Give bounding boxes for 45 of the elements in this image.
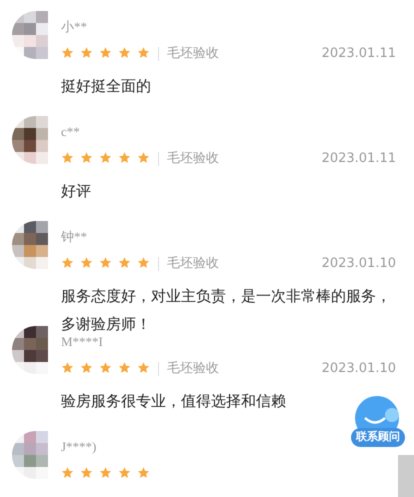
review-date: 2023.01.10 bbox=[322, 255, 396, 274]
review-date: 2023.01.10 bbox=[322, 360, 396, 378]
star-icon bbox=[61, 256, 74, 268]
star-icon bbox=[61, 360, 74, 374]
contact-advisor-button[interactable]: 联系顾问 bbox=[350, 396, 406, 446]
reviewer-name: J****) bbox=[61, 438, 98, 456]
star-icon bbox=[61, 150, 74, 164]
star-icon bbox=[61, 46, 74, 58]
review-date: 2023.01.11 bbox=[322, 150, 396, 168]
service-tag: 毛坯验收 bbox=[167, 359, 219, 379]
star-icon bbox=[80, 256, 93, 268]
scrollbar[interactable] bbox=[398, 455, 414, 497]
star-icon bbox=[118, 46, 131, 58]
reviewer-name: 钟** bbox=[61, 228, 88, 246]
star-icon bbox=[99, 360, 112, 374]
reviewer-name: M****I bbox=[61, 333, 104, 351]
star-icon bbox=[118, 466, 131, 478]
star-icon bbox=[99, 466, 112, 478]
star-icon bbox=[80, 150, 93, 164]
star-icon bbox=[99, 46, 112, 58]
review-text: 好评 bbox=[61, 181, 92, 202]
reviewer-name: c** bbox=[61, 123, 81, 141]
service-tag: 毛坯验收 bbox=[167, 44, 219, 64]
reviewer-name: 小** bbox=[61, 18, 88, 36]
review-text: 挺好挺全面的 bbox=[61, 76, 152, 97]
star-icon bbox=[137, 46, 150, 58]
star-icon bbox=[137, 466, 150, 478]
star-icon bbox=[80, 360, 93, 374]
review-text: 服务态度好，对业主负责，是一次非常棒的服务，多谢验房师！ bbox=[61, 286, 392, 335]
star-icon bbox=[61, 466, 74, 478]
star-icon bbox=[99, 150, 112, 164]
service-tag: 毛坯验收 bbox=[167, 254, 219, 274]
star-icon bbox=[118, 256, 131, 268]
review-date: 2023.01.11 bbox=[322, 45, 396, 64]
contact-advisor-label: 联系顾问 bbox=[351, 428, 405, 446]
star-icon bbox=[99, 256, 112, 268]
star-icon bbox=[137, 150, 150, 164]
star-icon bbox=[80, 466, 93, 478]
star-icon bbox=[80, 46, 93, 58]
star-icon bbox=[118, 150, 131, 164]
star-icon bbox=[137, 256, 150, 268]
service-tag: 毛坯验收 bbox=[167, 149, 219, 169]
star-icon bbox=[137, 360, 150, 374]
star-icon bbox=[118, 360, 131, 374]
review-text: 验房服务很专业，值得选择和信赖 bbox=[61, 391, 287, 412]
